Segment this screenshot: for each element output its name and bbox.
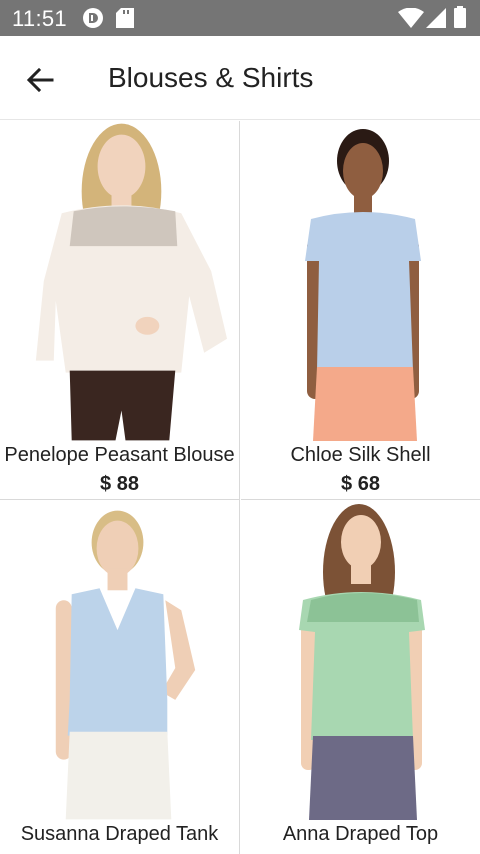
arrow-back-icon: [26, 68, 54, 92]
product-name: Chloe Silk Shell: [290, 444, 431, 466]
app-bar: Blouses & Shirts: [0, 36, 480, 120]
product-image: [241, 121, 480, 441]
sd-card-icon: [116, 8, 134, 28]
app-circle-icon: [83, 8, 103, 28]
product-card[interactable]: Anna Draped Top: [241, 499, 480, 854]
product-card[interactable]: Susanna Draped Tank: [0, 499, 240, 854]
back-button[interactable]: [16, 58, 64, 102]
status-bar: 11:51: [0, 0, 480, 36]
product-image: [0, 121, 239, 441]
battery-icon: [454, 6, 466, 28]
wifi-icon: [398, 8, 424, 28]
product-grid: Penelope Peasant Blouse $ 88 Chloe Silk …: [0, 121, 480, 854]
product-image: [241, 500, 480, 820]
product-card[interactable]: Chloe Silk Shell $ 68: [241, 121, 480, 499]
product-price: $ 88: [100, 473, 139, 495]
product-card[interactable]: Penelope Peasant Blouse $ 88: [0, 121, 240, 499]
product-name: Susanna Draped Tank: [20, 823, 219, 845]
signal-icon: [426, 8, 446, 28]
product-name: Penelope Peasant Blouse: [4, 444, 235, 466]
product-image: [0, 500, 239, 820]
status-time: 11:51: [12, 6, 67, 31]
product-price: $ 68: [341, 473, 380, 495]
page-title: Blouses & Shirts: [108, 62, 314, 93]
product-name: Anna Draped Top: [282, 823, 439, 845]
